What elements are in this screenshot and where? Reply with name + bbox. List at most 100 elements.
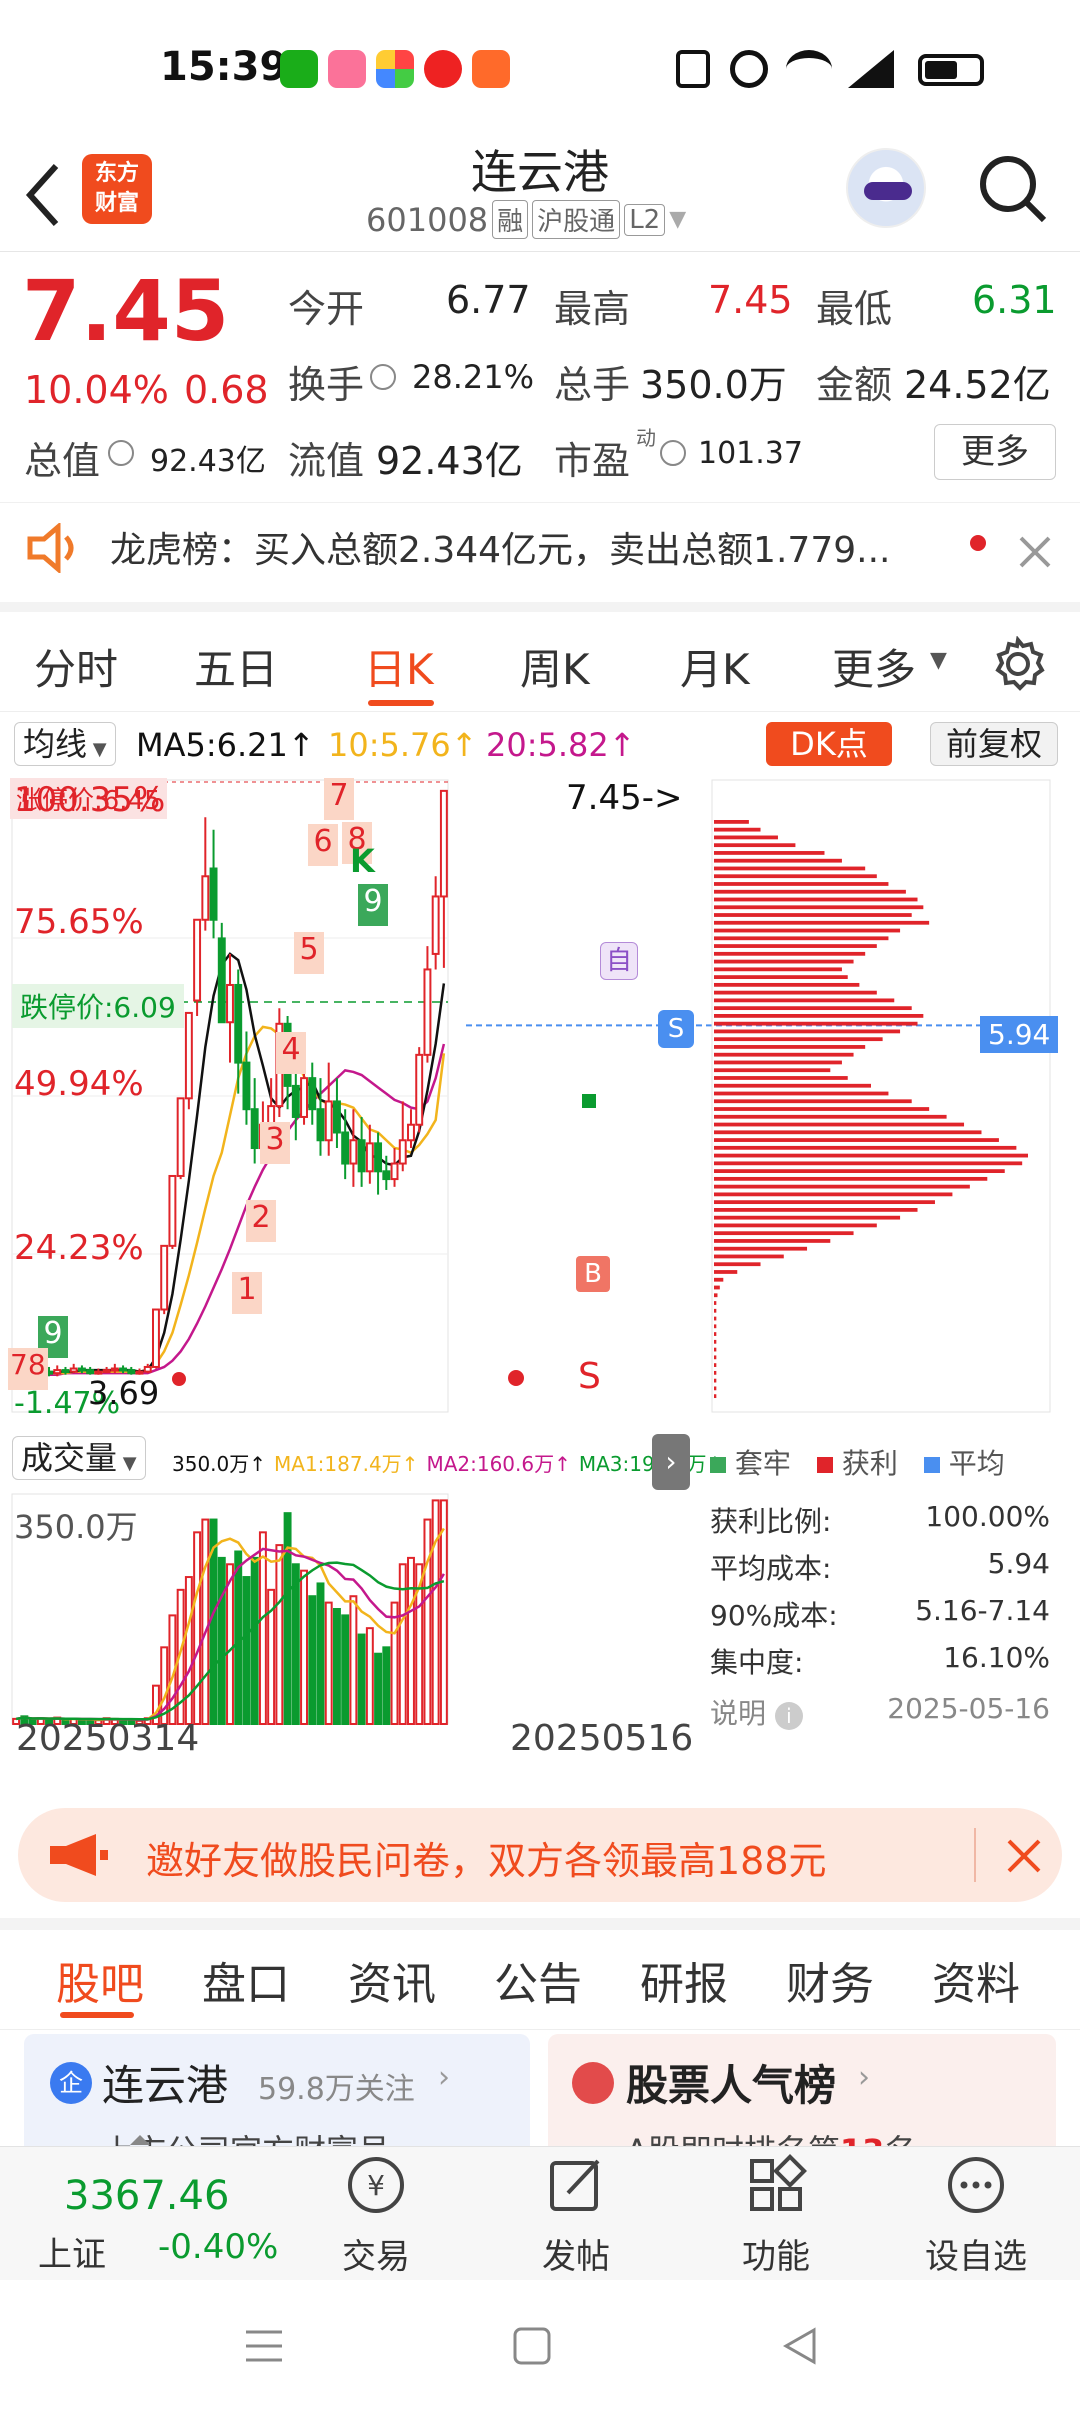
chip-bar bbox=[714, 1153, 1028, 1158]
avg-price-label: 5.94 bbox=[980, 1016, 1059, 1053]
kline-chart[interactable]: 涨停价:6.45 100.35% 75.65% 跌停价:6.09 49.94% … bbox=[0, 774, 1080, 1774]
chip-bar bbox=[714, 982, 860, 987]
tab-financials[interactable]: 财务 bbox=[786, 1948, 874, 2012]
adjust-button[interactable]: 前复权 bbox=[930, 722, 1058, 766]
legend-trapped-label: 套牢 bbox=[734, 1447, 791, 1480]
change-percent: 10.04% bbox=[24, 368, 169, 412]
expand-arrow-icon[interactable]: › bbox=[652, 1434, 690, 1490]
candle-body bbox=[300, 1077, 308, 1118]
back-nav-icon[interactable] bbox=[780, 2326, 820, 2366]
notice-text: 龙虎榜：买入总额2.344亿元，卖出总额1.779... bbox=[110, 530, 891, 571]
notice-bar[interactable]: 龙虎榜：买入总额2.344亿元，卖出总额1.779... bbox=[0, 502, 1080, 602]
open-label: 今开 bbox=[288, 287, 365, 331]
tab-daily-k[interactable]: 日K bbox=[364, 636, 434, 697]
system-nav bbox=[0, 2280, 1080, 2412]
chip-bar bbox=[714, 1254, 784, 1259]
chevron-right-icon: › bbox=[858, 2060, 870, 2095]
trade-button[interactable]: ¥ 交易 bbox=[306, 2153, 446, 2278]
post-button[interactable]: 发帖 bbox=[506, 2153, 646, 2278]
volume-bar bbox=[374, 1652, 383, 1726]
chip-bar bbox=[714, 1045, 866, 1049]
tab-weekly-k[interactable]: 周K bbox=[520, 636, 590, 697]
chip-bar bbox=[714, 1347, 717, 1352]
chip-bar bbox=[714, 1246, 808, 1251]
add-watchlist-button[interactable]: 设自选 bbox=[906, 2153, 1046, 2278]
volume-bar bbox=[291, 1563, 300, 1725]
divider bbox=[0, 602, 1080, 612]
menu-icon[interactable] bbox=[244, 2328, 284, 2364]
low-label: 最低 bbox=[816, 287, 893, 331]
promo-banner[interactable]: 邀好友做股民问卷，双方各领最高188元 bbox=[18, 1808, 1062, 1902]
candle-body bbox=[143, 1365, 152, 1373]
tab-announcements[interactable]: 公告 bbox=[494, 1948, 582, 2012]
dk-point-button[interactable]: DK点 bbox=[766, 722, 892, 766]
close-icon[interactable] bbox=[1006, 1838, 1042, 1874]
enterprise-icon: 企 bbox=[50, 2062, 92, 2104]
info-icon[interactable] bbox=[370, 364, 396, 390]
chip-bar bbox=[714, 905, 924, 910]
add-watchlist-label: 设自选 bbox=[925, 2237, 1027, 2277]
ma5-label: MA5:6.21↑ bbox=[136, 726, 315, 764]
info-icon[interactable] bbox=[660, 440, 686, 466]
chip-bar bbox=[714, 1114, 947, 1119]
caret-up-icon bbox=[130, 2135, 150, 2145]
company-card[interactable]: 企 连云港 59.8万关注 › 上市公司官方财富号 bbox=[24, 2034, 530, 2146]
search-icon[interactable] bbox=[976, 152, 1050, 226]
candle-body bbox=[308, 1077, 317, 1111]
tab-more[interactable]: 更多 bbox=[832, 636, 916, 697]
robot-avatar[interactable] bbox=[846, 148, 926, 228]
chip-bar bbox=[714, 1332, 717, 1336]
tab-monthly-k[interactable]: 月K bbox=[680, 636, 750, 697]
chip-stat-row: 平均成本: 5.94 bbox=[710, 1547, 1050, 1594]
tab-news[interactable]: 资讯 bbox=[348, 1948, 436, 2012]
tab-five-day[interactable]: 五日 bbox=[194, 636, 278, 697]
chip-bar bbox=[714, 975, 848, 979]
chip-stat-value: 5.94 bbox=[987, 1547, 1050, 1580]
info-icon: i bbox=[774, 1702, 803, 1730]
candle-body bbox=[160, 1244, 169, 1311]
seq-marker: 9 bbox=[358, 884, 388, 926]
chip-stat-value: 16.10% bbox=[943, 1641, 1050, 1674]
tab-profile[interactable]: 资料 bbox=[932, 1948, 1020, 2012]
chip-note-row: 说明 i 2025-05-16 bbox=[710, 1692, 1050, 1739]
battery-icon bbox=[918, 54, 984, 86]
mktcap-label: 总值 bbox=[24, 439, 101, 483]
indicator-selector[interactable]: 均线 ▼ bbox=[14, 722, 116, 766]
high-label: 最高 bbox=[554, 287, 631, 331]
functions-button[interactable]: 功能 bbox=[706, 2153, 846, 2278]
chip-stat-value: 100.00% bbox=[925, 1500, 1050, 1533]
chip-bar bbox=[714, 1231, 854, 1236]
candle-body bbox=[168, 1174, 177, 1247]
trade-label: 交易 bbox=[342, 2237, 410, 2277]
volume-value: 350.0万 bbox=[640, 363, 787, 407]
dropdown-icon[interactable]: ▼ bbox=[669, 207, 686, 232]
chip-note[interactable]: 说明 i bbox=[710, 1692, 803, 1739]
popularity-card[interactable]: 股票人气榜 › A股即时排名第13名 bbox=[548, 2034, 1056, 2146]
svg-text:¥: ¥ bbox=[367, 2169, 385, 2202]
info-icon[interactable] bbox=[108, 440, 134, 466]
home-icon[interactable] bbox=[512, 2326, 552, 2366]
chip-bar bbox=[714, 1138, 999, 1142]
chip-bar bbox=[714, 1006, 912, 1011]
shop-icon bbox=[472, 50, 510, 88]
tab-research[interactable]: 研报 bbox=[640, 1948, 728, 2012]
more-button[interactable]: 更多 bbox=[934, 424, 1056, 480]
gear-icon[interactable] bbox=[990, 636, 1046, 692]
company-card-followers: 59.8万关注 bbox=[258, 2072, 415, 2107]
volume-bar bbox=[423, 1518, 432, 1725]
tab-orderbook[interactable]: 盘口 bbox=[202, 1948, 290, 2012]
tab-intraday[interactable]: 分时 bbox=[34, 636, 118, 697]
chip-bar bbox=[714, 1277, 724, 1282]
index-value[interactable]: 3367.46 bbox=[64, 2173, 229, 2219]
candle-body bbox=[102, 1369, 111, 1374]
tab-forum[interactable]: 股吧 bbox=[56, 1948, 144, 2012]
chip-bar bbox=[714, 1052, 854, 1057]
candle-body bbox=[439, 789, 448, 898]
legend-average-label: 平均 bbox=[948, 1447, 1005, 1480]
volume-selector[interactable]: 成交量 ▼ bbox=[12, 1436, 146, 1480]
volume-bar bbox=[390, 1601, 399, 1725]
wifi-icon bbox=[786, 50, 832, 88]
chip-bar bbox=[714, 1223, 877, 1228]
close-icon[interactable] bbox=[1018, 535, 1052, 569]
open-value: 6.77 bbox=[446, 278, 531, 322]
